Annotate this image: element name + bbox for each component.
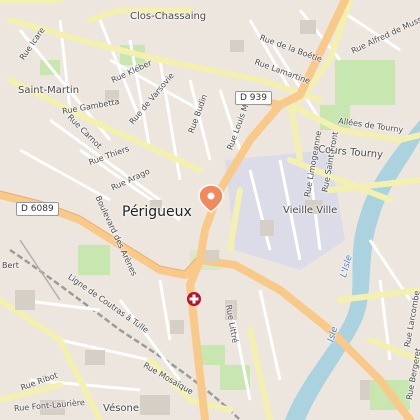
hospital-cross-icon[interactable] — [187, 292, 201, 306]
map-canvas[interactable]: Périgueux Saint-Martin Clos-Chassaing Vi… — [0, 0, 420, 420]
city-label: Périgueux — [122, 204, 192, 220]
clos-chassaing-label: Clos-Chassaing — [130, 11, 207, 22]
street-rue-bert: Bert — [2, 261, 19, 270]
saint-martin-label: Saint-Martin — [18, 85, 80, 96]
vesone-label: Vésone — [103, 403, 140, 414]
road-shield-d6089: D 6089 — [16, 202, 59, 216]
road-shield-d939: D 939 — [235, 91, 272, 105]
location-pin-icon[interactable] — [198, 184, 224, 213]
vieille-ville-label: Vieille Ville — [283, 205, 338, 216]
map-layer — [0, 0, 420, 420]
